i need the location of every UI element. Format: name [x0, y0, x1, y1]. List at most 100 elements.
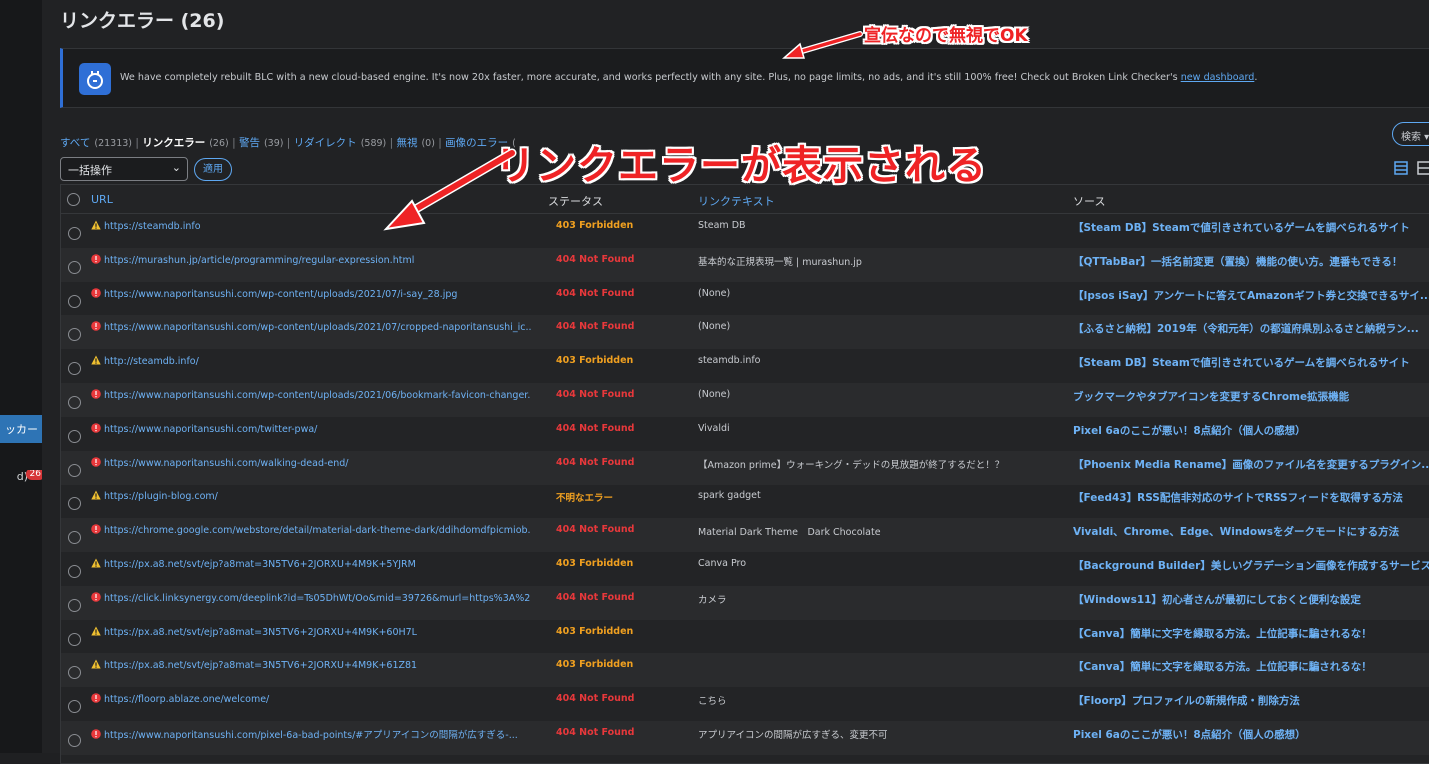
column-status: ステータス	[548, 195, 603, 208]
row-checkbox[interactable]	[68, 565, 81, 578]
row-checkbox[interactable]	[68, 531, 81, 545]
link-url[interactable]: https://click.linksynergy.com/deeplink?i…	[91, 591, 531, 604]
row-checkbox[interactable]	[68, 227, 81, 240]
source-post-link[interactable]: Pixel 6aのここが悪い！8点紹介（個人の感想）	[1073, 423, 1429, 438]
row-checkbox[interactable]	[68, 497, 81, 511]
link-url[interactable]: https://floorp.ablaze.one/welcome/	[91, 693, 531, 705]
excerpt-view-icon[interactable]	[1417, 161, 1429, 175]
filter-link[interactable]: 警告	[239, 137, 260, 149]
filter-link[interactable]: リンクエラー	[142, 137, 205, 149]
source-post-link[interactable]: 【ふるさと納税】2019年（令和元年）の都道府県別ふるさと納税ラン...	[1073, 321, 1429, 336]
filter-link[interactable]: すべて	[60, 137, 90, 149]
status-label: 404 Not Found	[556, 253, 635, 265]
row-checkbox[interactable]	[68, 429, 81, 443]
link-url-text: https://floorp.ablaze.one/welcome/	[104, 694, 270, 706]
error-icon	[91, 524, 104, 536]
filter-link[interactable]: リダイレクト	[294, 137, 357, 149]
status-label: 404 Not Found	[556, 727, 635, 738]
link-url[interactable]: https://www.naporitansushi.com/twitter-p…	[91, 422, 531, 435]
column-url[interactable]: URL	[91, 193, 113, 206]
row-checkbox[interactable]	[68, 396, 81, 409]
warning-icon	[91, 558, 104, 570]
link-url-text: https://www.naporitansushi.com/twitter-p…	[104, 423, 318, 435]
link-url[interactable]: https://chrome.google.com/webstore/detai…	[91, 524, 531, 536]
source-post-link[interactable]: 【Canva】簡単に文字を縁取る方法。上位記事に騙されるな！	[1073, 626, 1429, 641]
sidebar-item[interactable]: d) 26	[0, 470, 42, 486]
error-icon	[91, 321, 104, 333]
warning-icon	[91, 626, 104, 638]
chevron-down-icon: ⌄	[171, 161, 181, 174]
status-label: 403 Forbidden	[556, 558, 634, 569]
error-icon	[91, 389, 104, 401]
table-row: https://floorp.ablaze.one/welcome/404 No…	[61, 687, 1429, 721]
apply-button[interactable]: 適用	[194, 158, 232, 181]
link-url[interactable]: https://www.naporitansushi.com/wp-conten…	[91, 321, 531, 333]
row-checkbox[interactable]	[68, 463, 81, 477]
column-link-text[interactable]: リンクテキスト	[698, 193, 775, 209]
link-url[interactable]: https://px.a8.net/svt/ejp?a8mat=3N5TV6+2…	[91, 659, 531, 671]
source-post-link[interactable]: 【Phoenix Media Rename】画像のファイル名を変更するプラグイン…	[1073, 457, 1429, 472]
source-post-link[interactable]: Pixel 6aのここが悪い！8点紹介（個人の感想）	[1073, 727, 1429, 742]
row-checkbox[interactable]	[68, 362, 81, 376]
error-icon	[91, 253, 104, 266]
link-url-text: https://www.naporitansushi.com/wp-conten…	[104, 390, 531, 401]
status-label: 404 Not Found	[556, 389, 635, 400]
row-checkbox[interactable]	[68, 666, 81, 680]
link-url[interactable]: https://murashun.jp/article/programming/…	[91, 253, 531, 266]
error-icon	[91, 422, 104, 435]
row-checkbox[interactable]	[68, 598, 81, 612]
source-post-link[interactable]: ブックマークやタブアイコンを変更するChrome拡張機能	[1073, 389, 1429, 404]
table-row: https://www.naporitansushi.com/walking-d…	[61, 450, 1429, 485]
link-url-text: https://chrome.google.com/webstore/detai…	[104, 525, 531, 537]
source-post-link[interactable]: 【Steam DB】Steamで値引きされているゲームを調べられるサイト	[1073, 355, 1429, 370]
link-url[interactable]: http://steamdb.info/	[91, 355, 531, 367]
row-checkbox[interactable]	[68, 260, 81, 274]
list-view-icon[interactable]	[1394, 161, 1408, 175]
sidebar-item[interactable]: ッカー	[0, 415, 42, 443]
link-url[interactable]: https://www.naporitansushi.com/walking-d…	[91, 456, 531, 469]
link-text: 基本的な正規表現一覧 | murashun.jp	[698, 256, 862, 268]
notice-text: We have completely rebuilt BLC with a ne…	[120, 72, 1257, 83]
link-text: カメラ	[698, 594, 727, 606]
link-url[interactable]: https://px.a8.net/svt/ejp?a8mat=3N5TV6+2…	[91, 558, 531, 570]
table-row: https://www.naporitansushi.com/wp-conten…	[61, 282, 1429, 316]
row-checkbox[interactable]	[68, 328, 81, 342]
arrow-to-notice	[782, 31, 863, 59]
source-post-link[interactable]: 【QTTabBar】一括名前変更（置換）機能の使い方。連番もできる！	[1073, 254, 1429, 269]
status-label: 404 Not Found	[556, 591, 635, 603]
row-checkbox[interactable]	[68, 294, 81, 308]
row-checkbox[interactable]	[68, 734, 81, 747]
warning-icon	[91, 220, 104, 232]
source-post-link[interactable]: 【Windows11】初心者さんが最初にしておくと便利な設定	[1073, 592, 1429, 607]
select-all-checkbox[interactable]	[67, 193, 80, 206]
link-url[interactable]: https://www.naporitansushi.com/wp-conten…	[91, 389, 531, 401]
count-badge: 26	[25, 470, 42, 480]
filter-separator: |	[132, 137, 143, 149]
source-post-link[interactable]: 【Canva】簡単に文字を縁取る方法。上位記事に騙されるな！	[1073, 659, 1429, 674]
status-label: 403 Forbidden	[556, 220, 634, 231]
source-post-link[interactable]: 【Background Builder】美しいグラデーション画像を作成するサービ…	[1073, 558, 1429, 573]
row-checkbox[interactable]	[68, 632, 81, 646]
notice-after: .	[1254, 72, 1258, 83]
filter-count: (21313)	[94, 138, 132, 149]
source-post-link[interactable]: 【Steam DB】Steamで値引きされているゲームを調べられるサイト	[1073, 220, 1429, 235]
link-text: Vivaldi	[698, 422, 730, 434]
source-post-link[interactable]: 【Floorp】プロファイルの新規作成・削除方法	[1073, 693, 1429, 708]
link-text: Steam DB	[698, 220, 746, 231]
table-row: https://murashun.jp/article/programming/…	[61, 247, 1429, 282]
new-dashboard-link[interactable]: new dashboard	[1181, 72, 1255, 83]
link-url[interactable]: https://www.naporitansushi.com/pixel-6a-…	[91, 727, 531, 741]
bulk-action-select[interactable]: 一括操作 ⌄	[60, 157, 188, 181]
link-url[interactable]: https://plugin-blog.com/	[91, 490, 531, 502]
link-url-text: http://steamdb.info/	[104, 356, 199, 368]
warning-icon	[91, 659, 104, 671]
source-post-link[interactable]: 【Feed43】RSS配信非対応のサイトでRSSフィードを取得する方法	[1073, 490, 1429, 505]
source-post-link[interactable]: Vivaldi、Chrome、Edge、Windowsをダークモードにする方法	[1073, 524, 1429, 539]
row-checkbox[interactable]	[68, 700, 81, 714]
search-button[interactable]: 検索 ▾	[1392, 122, 1429, 146]
link-url[interactable]: https://www.naporitansushi.com/wp-conten…	[91, 287, 531, 300]
link-text: (None)	[698, 287, 731, 299]
link-url[interactable]: https://px.a8.net/svt/ejp?a8mat=3N5TV6+2…	[91, 626, 531, 638]
filter-separator: |	[228, 137, 239, 149]
source-post-link[interactable]: 【Ipsos iSay】アンケートに答えてAmazonギフト券と交換できるサイ.…	[1073, 288, 1429, 303]
